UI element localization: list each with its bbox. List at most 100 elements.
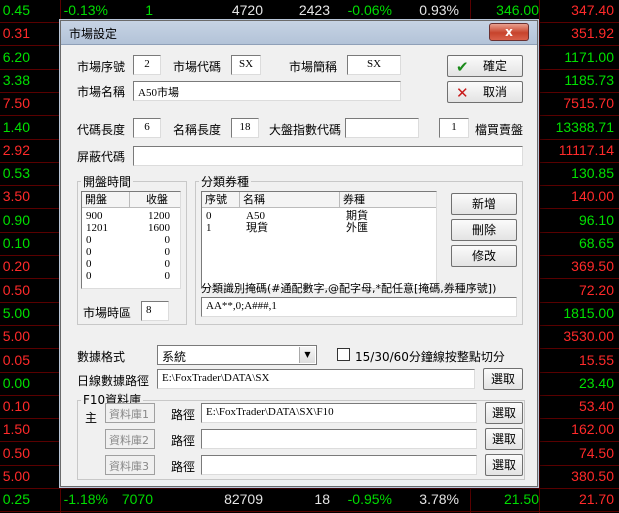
- f10-path-field[interactable]: [201, 429, 477, 449]
- daily-path-field[interactable]: E:\FoxTrader\DATA\SX: [157, 369, 475, 389]
- quote-cell: 3.38: [2, 71, 30, 88]
- close-time-cell: 0: [164, 258, 171, 270]
- f10-path-field[interactable]: E:\FoxTrader\DATA\SX\F10: [201, 403, 477, 423]
- quote-cell: 369.50: [571, 258, 614, 275]
- quote-cell: 351.92: [571, 25, 614, 42]
- quote-cell: 347.40: [571, 2, 614, 18]
- category-mask-label: 分類識別掩碼(#通配數字,@配字母,*配任意[掩碼,券種序號]): [201, 282, 497, 295]
- open-time-row[interactable]: 00: [82, 234, 180, 246]
- quote-cell: 1.40: [2, 118, 30, 135]
- code-length-field[interactable]: 6: [133, 118, 161, 138]
- quote-cell: 0.20: [2, 258, 30, 275]
- hourly-split-checkbox[interactable]: [337, 348, 350, 361]
- market-settings-dialog: 市場設定 x 市場序號 2 市場代碼 SX 市場簡稱 SX ✔ 確定 市場名稱 …: [60, 20, 538, 487]
- market-no-label: 市場序號: [77, 60, 126, 74]
- open-time-row[interactable]: 00: [82, 246, 180, 258]
- open-time-cell: 0: [86, 234, 92, 246]
- data-format-select[interactable]: 系統 ▼: [157, 345, 317, 365]
- open-time-row[interactable]: 1201 1600: [82, 222, 180, 234]
- add-button[interactable]: 新增: [451, 193, 517, 215]
- open-time-cell: 0: [86, 270, 92, 282]
- quote-cell: 1185.73: [564, 71, 614, 88]
- dialog-titlebar[interactable]: 市場設定 x: [61, 21, 537, 45]
- ok-button-label: 確定: [482, 59, 507, 73]
- category-name-cell: 現貨: [246, 222, 268, 234]
- category-no-cell: 1: [206, 222, 212, 234]
- chevron-down-icon[interactable]: ▼: [299, 347, 315, 363]
- check-icon: ✔: [456, 58, 469, 76]
- close-time-cell: 1200: [148, 210, 170, 222]
- dialog-title: 市場設定: [69, 27, 118, 41]
- open-time-cell: 0: [86, 246, 92, 258]
- quote-cell: 0.10: [2, 398, 30, 415]
- col-name-header[interactable]: 名稱: [240, 192, 340, 208]
- quote-cell: 1: [145, 2, 153, 18]
- name-length-field[interactable]: 18: [231, 118, 259, 138]
- close-icon: x: [505, 25, 513, 39]
- open-time-group-label: 開盤時間: [81, 173, 134, 190]
- data-format-label: 數據格式: [77, 350, 126, 364]
- quote-cell: 380.50: [571, 468, 614, 484]
- open-time-cell: 900: [86, 210, 103, 222]
- open-time-list[interactable]: 開盤 收盤 900 1200 1201 1600 0 0 0 0 0 0 0 0: [81, 191, 181, 289]
- f10-path-field[interactable]: [201, 455, 477, 475]
- category-type-cell: 期貨: [346, 210, 368, 222]
- quote-row[interactable]: 0.25 -1.18% 7070 82709 18 -0.95% 3.78% 21.50 21.…: [0, 489, 619, 513]
- market-name-field[interactable]: A50市場: [133, 81, 401, 101]
- cancel-button-label: 取消: [482, 85, 507, 99]
- quote-cell: 15.55: [578, 351, 614, 368]
- x-icon: ✕: [456, 84, 469, 102]
- f10-library-name: 資料庫1: [105, 403, 155, 423]
- category-type-cell: 外匯: [346, 222, 368, 234]
- index-code-field[interactable]: [345, 118, 419, 138]
- open-time-row[interactable]: 900 1200: [82, 210, 180, 222]
- cancel-button[interactable]: ✕ 取消: [447, 81, 523, 103]
- market-code-field[interactable]: SX: [231, 55, 261, 75]
- quote-cell: 130.85: [571, 165, 614, 182]
- edit-button[interactable]: 修改: [451, 245, 517, 267]
- mask-code-field[interactable]: [133, 146, 523, 166]
- quote-cell: 4720: [231, 2, 263, 18]
- quote-cell: 162.00: [571, 421, 614, 438]
- quote-cell: 7070: [121, 491, 153, 508]
- category-name-cell: A50: [246, 210, 265, 222]
- quote-cell: 1171.00: [564, 48, 614, 65]
- col-no-header[interactable]: 序號: [202, 192, 240, 208]
- quote-cell: 68.65: [578, 235, 614, 251]
- market-short-field[interactable]: SX: [347, 55, 401, 75]
- mask-code-label: 屏蔽代碼: [77, 150, 126, 164]
- timezone-field[interactable]: 8: [141, 301, 169, 321]
- category-row[interactable]: 0 A50 期貨: [202, 210, 436, 222]
- delete-button[interactable]: 刪除: [451, 219, 517, 241]
- col-type-header[interactable]: 券種: [340, 192, 436, 208]
- open-time-row[interactable]: 00: [82, 258, 180, 270]
- daily-path-browse-button[interactable]: 選取: [483, 368, 523, 390]
- col-open-header[interactable]: 開盤: [82, 192, 130, 208]
- quote-cell: 0.31: [2, 25, 30, 42]
- quote-cell: 3.78%: [419, 491, 459, 508]
- quote-cell: 7.50: [2, 95, 30, 112]
- quote-cell: 96.10: [578, 211, 614, 228]
- quote-cell: -0.95%: [347, 491, 392, 508]
- quote-cell: 1.50: [2, 421, 30, 438]
- quote-cell: 0.05: [2, 351, 30, 368]
- category-list[interactable]: 序號 名稱 券種 0 A50 期貨 1 現貨 外匯: [201, 191, 437, 289]
- market-no-field[interactable]: 2: [133, 55, 161, 75]
- ok-button[interactable]: ✔ 確定: [447, 55, 523, 77]
- col-close-header[interactable]: 收盤: [130, 192, 180, 208]
- quote-cell: -0.13%: [63, 2, 108, 18]
- f10-browse-button[interactable]: 選取: [485, 454, 523, 476]
- f10-browse-button[interactable]: 選取: [485, 402, 523, 424]
- close-time-cell: 0: [164, 270, 171, 282]
- close-time-cell: 0: [164, 234, 171, 246]
- f10-library-name: 資料庫3: [105, 455, 155, 475]
- f10-path-label: 路徑: [171, 434, 196, 448]
- open-time-row[interactable]: 00: [82, 270, 180, 282]
- f10-browse-button[interactable]: 選取: [485, 428, 523, 450]
- market-code-label: 市場代碼: [173, 60, 222, 74]
- quote-cell: 18: [314, 491, 330, 508]
- close-button[interactable]: x: [489, 23, 529, 41]
- category-mask-field[interactable]: AA**,0;A###,1: [201, 297, 517, 317]
- order-book-depth-field[interactable]: 1: [439, 118, 469, 138]
- category-row[interactable]: 1 現貨 外匯: [202, 222, 436, 234]
